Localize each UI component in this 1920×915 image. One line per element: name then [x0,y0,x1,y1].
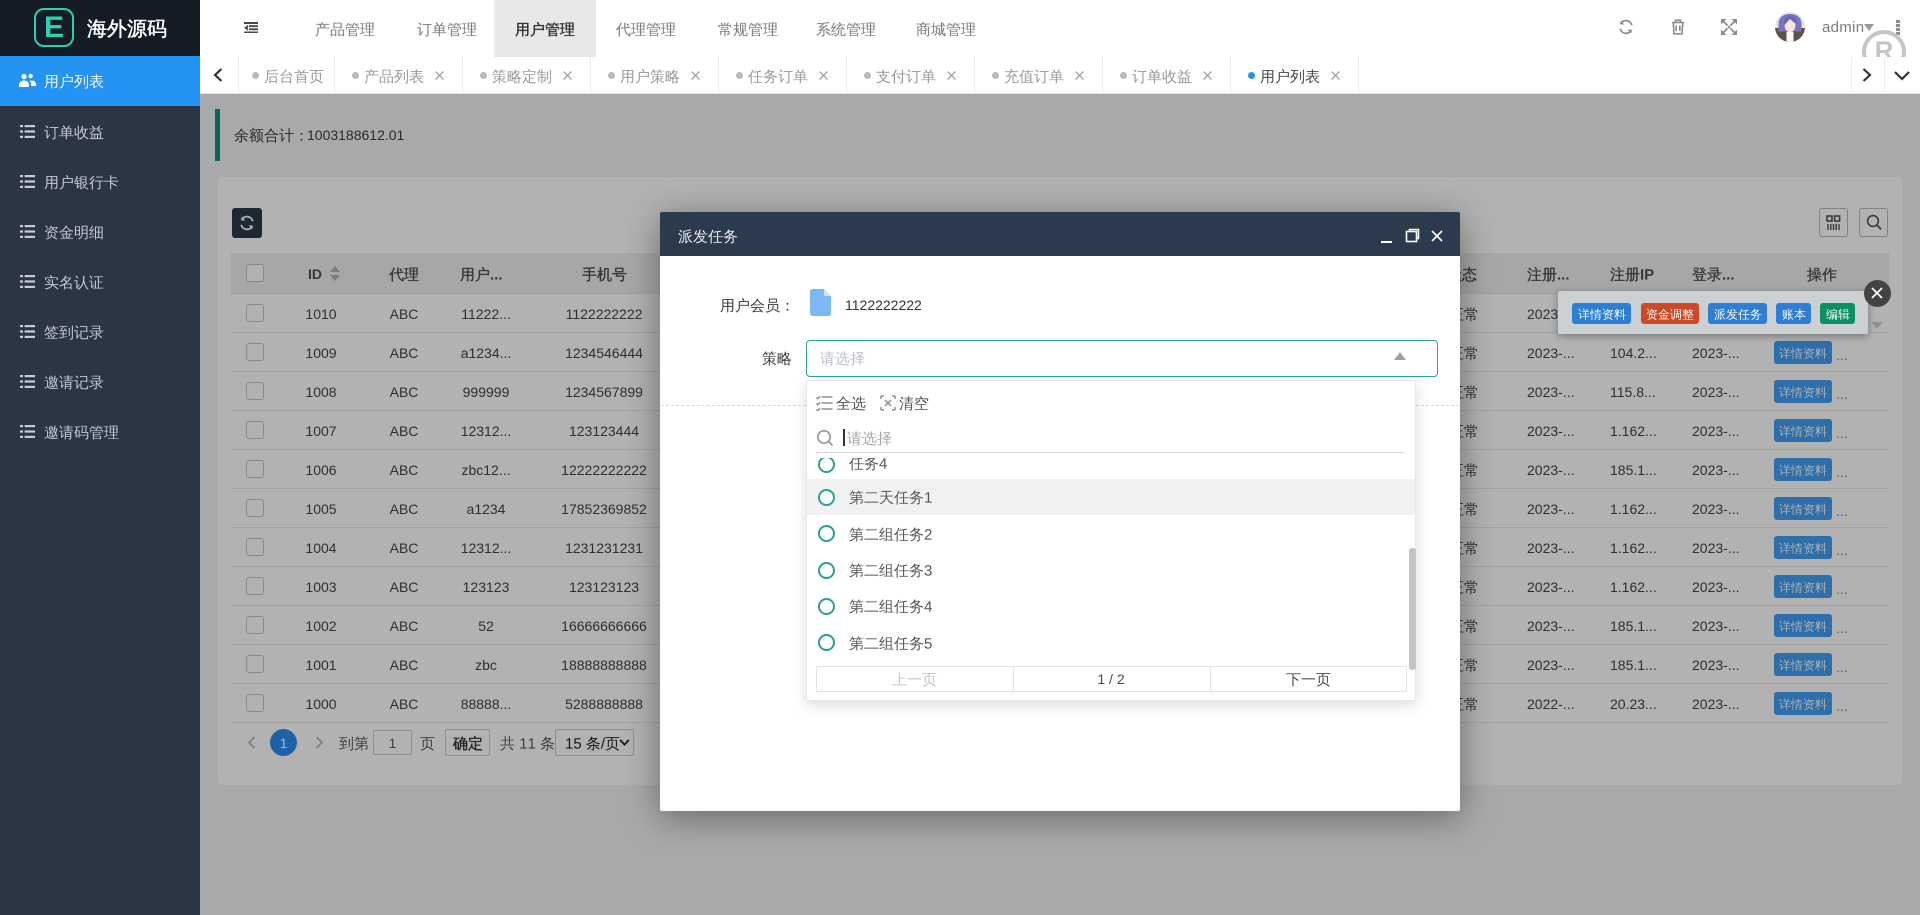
svg-text:R: R [1875,36,1894,58]
